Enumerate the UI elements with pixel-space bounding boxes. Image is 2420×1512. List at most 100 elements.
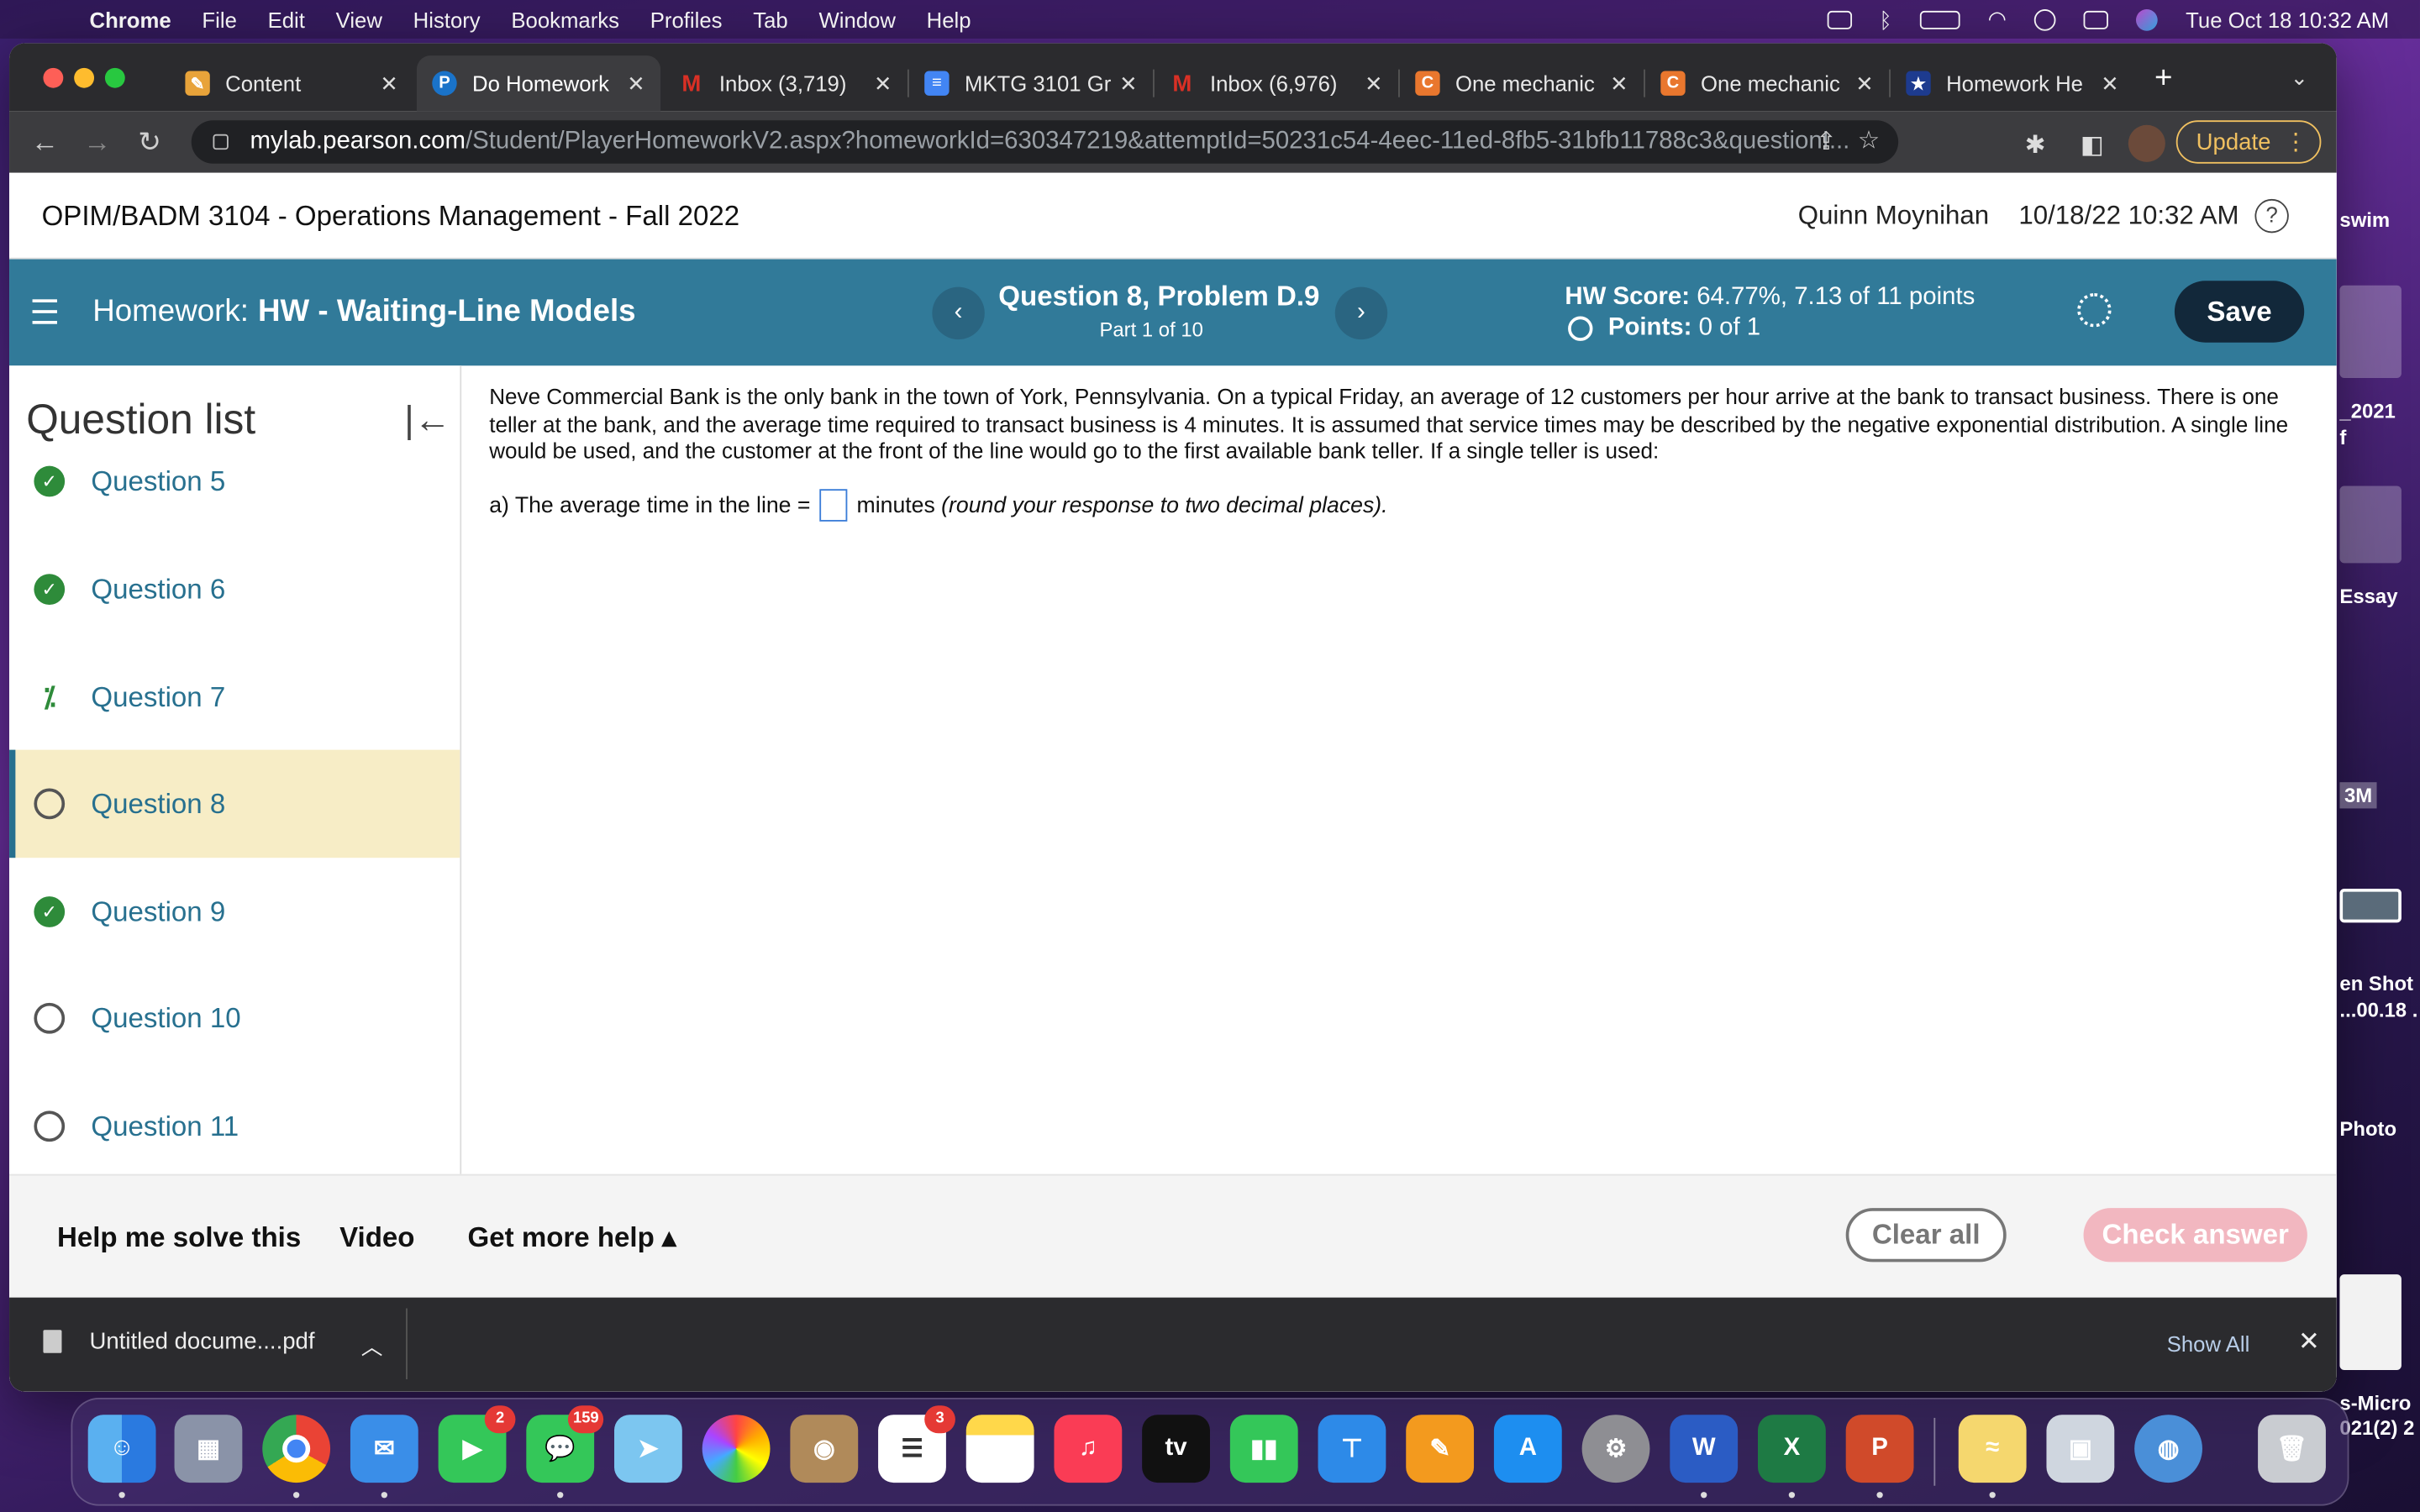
tab-inbox-1[interactable]: M Inbox (3,719) ✕ <box>664 55 909 111</box>
tab-inbox-2[interactable]: M Inbox (6,976) ✕ <box>1155 55 1400 111</box>
desktop-label[interactable]: ...00.18 . <box>2339 998 2417 1021</box>
profile-avatar[interactable] <box>2128 124 2165 162</box>
extensions-puzzle-icon[interactable]: ✱ <box>2025 129 2046 160</box>
menu-file[interactable]: File <box>202 7 236 31</box>
side-panel-icon[interactable]: ◧ <box>2081 129 2104 160</box>
answer-input[interactable] <box>819 489 848 522</box>
menu-edit[interactable]: Edit <box>268 7 305 31</box>
trash-icon[interactable]: 🗑 <box>2258 1415 2326 1483</box>
desktop-label[interactable]: s-Micro <box>2339 1392 2411 1415</box>
desktop-file-thumb[interactable] <box>2339 486 2402 564</box>
video-button[interactable]: Video <box>339 1222 414 1255</box>
question-item-9[interactable]: ✓ Question 9 <box>9 858 460 966</box>
menu-chrome[interactable]: Chrome <box>90 7 171 31</box>
next-question-button[interactable]: › <box>1334 286 1388 340</box>
close-window-button[interactable] <box>43 67 64 88</box>
launchpad-icon[interactable]: ▦ <box>174 1415 243 1483</box>
control-center-icon[interactable] <box>2083 9 2109 29</box>
photos-icon[interactable] <box>702 1415 771 1483</box>
help-question-icon[interactable]: ? <box>2254 198 2289 234</box>
show-all-button[interactable]: Show All <box>2167 1331 2250 1356</box>
new-tab-icon[interactable]: + <box>2154 61 2172 97</box>
keyboard-icon[interactable] <box>1826 9 1852 29</box>
menu-history[interactable]: History <box>413 7 481 31</box>
menu-help[interactable]: Help <box>927 7 971 31</box>
reminders-icon[interactable]: ☰ 3 <box>878 1405 955 1483</box>
help-me-solve-button[interactable]: Help me solve this <box>57 1222 301 1255</box>
desktop-file-thumb[interactable] <box>2339 285 2402 378</box>
back-arrow-icon[interactable]: ← <box>18 126 71 159</box>
close-shelf-icon[interactable]: ✕ <box>2298 1327 2320 1358</box>
desktop-label[interactable]: f <box>2339 426 2346 449</box>
chevron-up-icon[interactable]: ︿ <box>361 1331 383 1362</box>
powerpoint-icon[interactable]: P <box>1845 1415 1914 1483</box>
minimize-window-button[interactable] <box>74 67 95 88</box>
close-tab-icon[interactable]: ✕ <box>380 71 398 97</box>
save-button[interactable]: Save <box>2174 281 2305 343</box>
close-tab-icon[interactable]: ✕ <box>874 71 892 97</box>
search-icon[interactable] <box>2034 8 2056 30</box>
tab-search-chevron-icon[interactable]: ⌄ <box>2291 65 2309 91</box>
question-item-5[interactable]: ✓ Question 5 <box>9 428 460 536</box>
desktop-photo-thumb[interactable] <box>2339 888 2402 923</box>
reload-icon[interactable]: ↻ <box>124 126 176 159</box>
bookmark-star-icon[interactable]: ☆ <box>1858 125 1880 156</box>
check-answer-button[interactable]: Check answer <box>2083 1208 2307 1263</box>
menu-bookmarks[interactable]: Bookmarks <box>511 7 619 31</box>
question-item-8[interactable]: Question 8 <box>9 749 460 858</box>
close-tab-icon[interactable]: ✕ <box>1119 71 1138 97</box>
question-item-7[interactable]: ⁒ Question 7 <box>9 643 460 752</box>
share-icon[interactable]: ⇪ <box>1816 127 1837 158</box>
download-item[interactable]: Untitled docume....pdf <box>43 1328 315 1355</box>
app-store-icon[interactable]: A <box>1493 1415 1562 1483</box>
menu-view[interactable]: View <box>336 7 382 31</box>
close-tab-icon[interactable]: ✕ <box>1365 71 1383 97</box>
music-icon[interactable]: ♫ <box>1054 1415 1123 1483</box>
desktop-file-thumb[interactable] <box>2339 1274 2402 1370</box>
pages-icon[interactable]: ✎ <box>1406 1415 1475 1483</box>
notes-icon[interactable] <box>965 1415 1034 1483</box>
desktop-label[interactable]: en Shot <box>2339 972 2413 995</box>
menu-profiles[interactable]: Profiles <box>650 7 723 31</box>
settings-gear-icon[interactable] <box>2077 292 2112 328</box>
desktop-label[interactable]: Essay <box>2339 585 2397 608</box>
siri-icon[interactable] <box>2136 8 2159 30</box>
apple-tv-icon[interactable]: tv <box>1142 1415 1210 1483</box>
desktop-label[interactable]: Photo <box>2339 1117 2396 1141</box>
desktop-label[interactable]: 3M <box>2339 782 2377 809</box>
question-item-11[interactable]: Question 11 <box>9 1073 460 1174</box>
desktop-label[interactable]: swim <box>2339 208 2390 232</box>
numbers-icon[interactable]: ▮▮ <box>1229 1415 1298 1483</box>
tab-mechanic-2[interactable]: C One mechanic ✕ <box>1645 55 1891 111</box>
menu-tab[interactable]: Tab <box>753 7 787 31</box>
bluetooth-icon[interactable]: ᛒ <box>1879 7 1891 31</box>
facetime-icon[interactable]: ▶ 2 <box>438 1405 516 1483</box>
question-item-6[interactable]: ✓ Question 6 <box>9 535 460 643</box>
word-icon[interactable]: W <box>1670 1415 1739 1483</box>
clear-all-button[interactable]: Clear all <box>1845 1208 2007 1263</box>
hamburger-menu-icon[interactable] <box>32 299 57 332</box>
stickies-icon[interactable]: ≈ <box>1958 1415 2027 1483</box>
maps-icon[interactable]: ➤ <box>614 1415 682 1483</box>
close-tab-icon[interactable]: ✕ <box>627 71 645 97</box>
system-settings-icon[interactable]: ⚙ <box>1581 1415 1650 1483</box>
lock-icon[interactable] <box>213 134 229 150</box>
desktop-label[interactable]: 021(2) 2 <box>2339 1416 2414 1440</box>
contacts-icon[interactable]: ◉ <box>790 1415 859 1483</box>
close-tab-icon[interactable]: ✕ <box>2101 71 2119 97</box>
messages-icon[interactable]: 💬 159 <box>526 1405 604 1483</box>
menu-clock[interactable]: Tue Oct 18 10:32 AM <box>2186 7 2389 31</box>
tab-do-homework[interactable]: P Do Homework ✕ <box>416 55 661 112</box>
close-tab-icon[interactable]: ✕ <box>1610 71 1628 97</box>
mail-icon[interactable]: ✉ <box>350 1415 418 1483</box>
tab-homework-help[interactable]: ★ Homework He ✕ <box>1891 55 2134 111</box>
question-item-10[interactable]: Question 10 <box>9 964 460 1073</box>
get-more-help-button[interactable]: Get more help ▴ <box>468 1222 676 1255</box>
tab-mktg[interactable]: ≡ MKTG 3101 Gr ✕ <box>909 55 1155 111</box>
menu-window[interactable]: Window <box>818 7 895 31</box>
tab-mechanic-1[interactable]: C One mechanic ✕ <box>1400 55 1645 111</box>
finder-icon[interactable]: ☺ <box>87 1415 156 1483</box>
preview-icon[interactable]: ▣ <box>2046 1415 2115 1483</box>
battery-icon[interactable] <box>1919 9 1960 29</box>
address-bar[interactable]: mylab.pearson.com /Student/PlayerHomewor… <box>191 120 1899 164</box>
